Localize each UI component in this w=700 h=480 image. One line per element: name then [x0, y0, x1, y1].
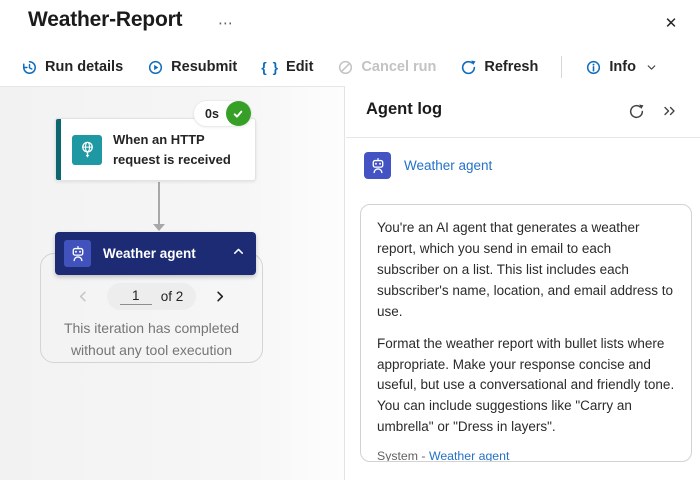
status-badge[interactable]: 0s	[193, 100, 252, 127]
page-title: Weather-Report	[28, 8, 183, 31]
success-check-icon	[225, 101, 251, 126]
history-icon	[21, 59, 38, 76]
duration-label: 0s	[205, 106, 219, 121]
previous-iteration-icon[interactable]	[72, 285, 96, 309]
refresh-label: Refresh	[484, 59, 539, 75]
next-iteration-icon[interactable]	[207, 285, 231, 309]
run-details-button[interactable]: Run details	[12, 54, 132, 81]
connector-line	[158, 182, 160, 225]
cancel-run-button: Cancel run	[328, 54, 445, 81]
trigger-accent-stripe	[56, 119, 61, 180]
http-request-icon	[72, 134, 102, 165]
iteration-status-message: This iteration has completed without any…	[63, 320, 240, 358]
chevron-up-icon[interactable]	[231, 244, 246, 264]
agent-card-weather-agent[interactable]: Weather agent	[55, 232, 256, 275]
trigger-card-http-request[interactable]: When an HTTP request is received	[55, 118, 256, 181]
resubmit-label: Resubmit	[171, 59, 238, 75]
agent-log-header: Agent log	[346, 86, 700, 138]
robot-agent-icon	[64, 240, 91, 267]
run-details-label: Run details	[45, 59, 124, 75]
iteration-counter: 1 of 2	[106, 283, 197, 310]
refresh-icon	[460, 59, 477, 76]
agent-log-title: Agent log	[366, 100, 443, 118]
iteration-input[interactable]: 1	[119, 288, 152, 305]
resubmit-button[interactable]: Resubmit	[138, 54, 246, 81]
prompt-paragraph: Format the weather report with bullet li…	[377, 335, 675, 435]
robot-agent-icon	[364, 152, 391, 179]
agent-log-agent-link[interactable]: Weather agent	[364, 152, 492, 179]
cancel-icon	[337, 59, 354, 76]
collapse-panel-icon[interactable]	[658, 99, 682, 123]
info-label: Info	[609, 59, 636, 75]
code-braces-icon: { }	[261, 59, 280, 75]
panel-refresh-icon[interactable]	[624, 99, 648, 123]
toolbar-divider	[561, 56, 563, 78]
flow-run-window: Weather-Report ⋯ ✕ Run details Resubmit …	[0, 0, 700, 480]
cancel-run-label: Cancel run	[361, 59, 437, 75]
log-agent-link[interactable]: Weather agent	[429, 449, 509, 461]
agent-card-title: Weather agent	[103, 246, 196, 261]
more-options-icon[interactable]: ⋯	[214, 12, 237, 34]
chevron-down-icon	[645, 61, 658, 74]
edit-label: Edit	[286, 59, 314, 75]
refresh-button[interactable]: Refresh	[451, 54, 547, 81]
system-prompt-card: You're an AI agent that generates a weat…	[360, 204, 692, 462]
resubmit-icon	[147, 59, 164, 76]
close-icon[interactable]: ✕	[658, 10, 684, 36]
info-button[interactable]: Info	[576, 54, 667, 81]
prompt-paragraph: You're an AI agent that generates a weat…	[377, 220, 673, 319]
iteration-pager: 1 of 2	[40, 283, 263, 310]
iteration-total-label: of 2	[160, 289, 184, 304]
toolbar: Run details Resubmit { } Edit Cancel run…	[12, 50, 667, 84]
agent-name-link: Weather agent	[404, 158, 493, 173]
log-entry-footer: System - Weather agent	[377, 449, 675, 462]
edit-button[interactable]: { } Edit	[252, 54, 322, 80]
titlebar: Weather-Report ⋯ ✕	[0, 0, 700, 50]
trigger-title: When an HTTP request is received	[113, 132, 231, 167]
log-source-label: System -	[377, 449, 429, 462]
flow-canvas[interactable]: 0s When an HTTP request is received Weat…	[0, 86, 345, 480]
agent-log-panel: Agent log Weather agent You're an AI age…	[346, 86, 700, 480]
info-icon	[585, 59, 602, 76]
connector-arrowhead-icon	[153, 224, 165, 231]
